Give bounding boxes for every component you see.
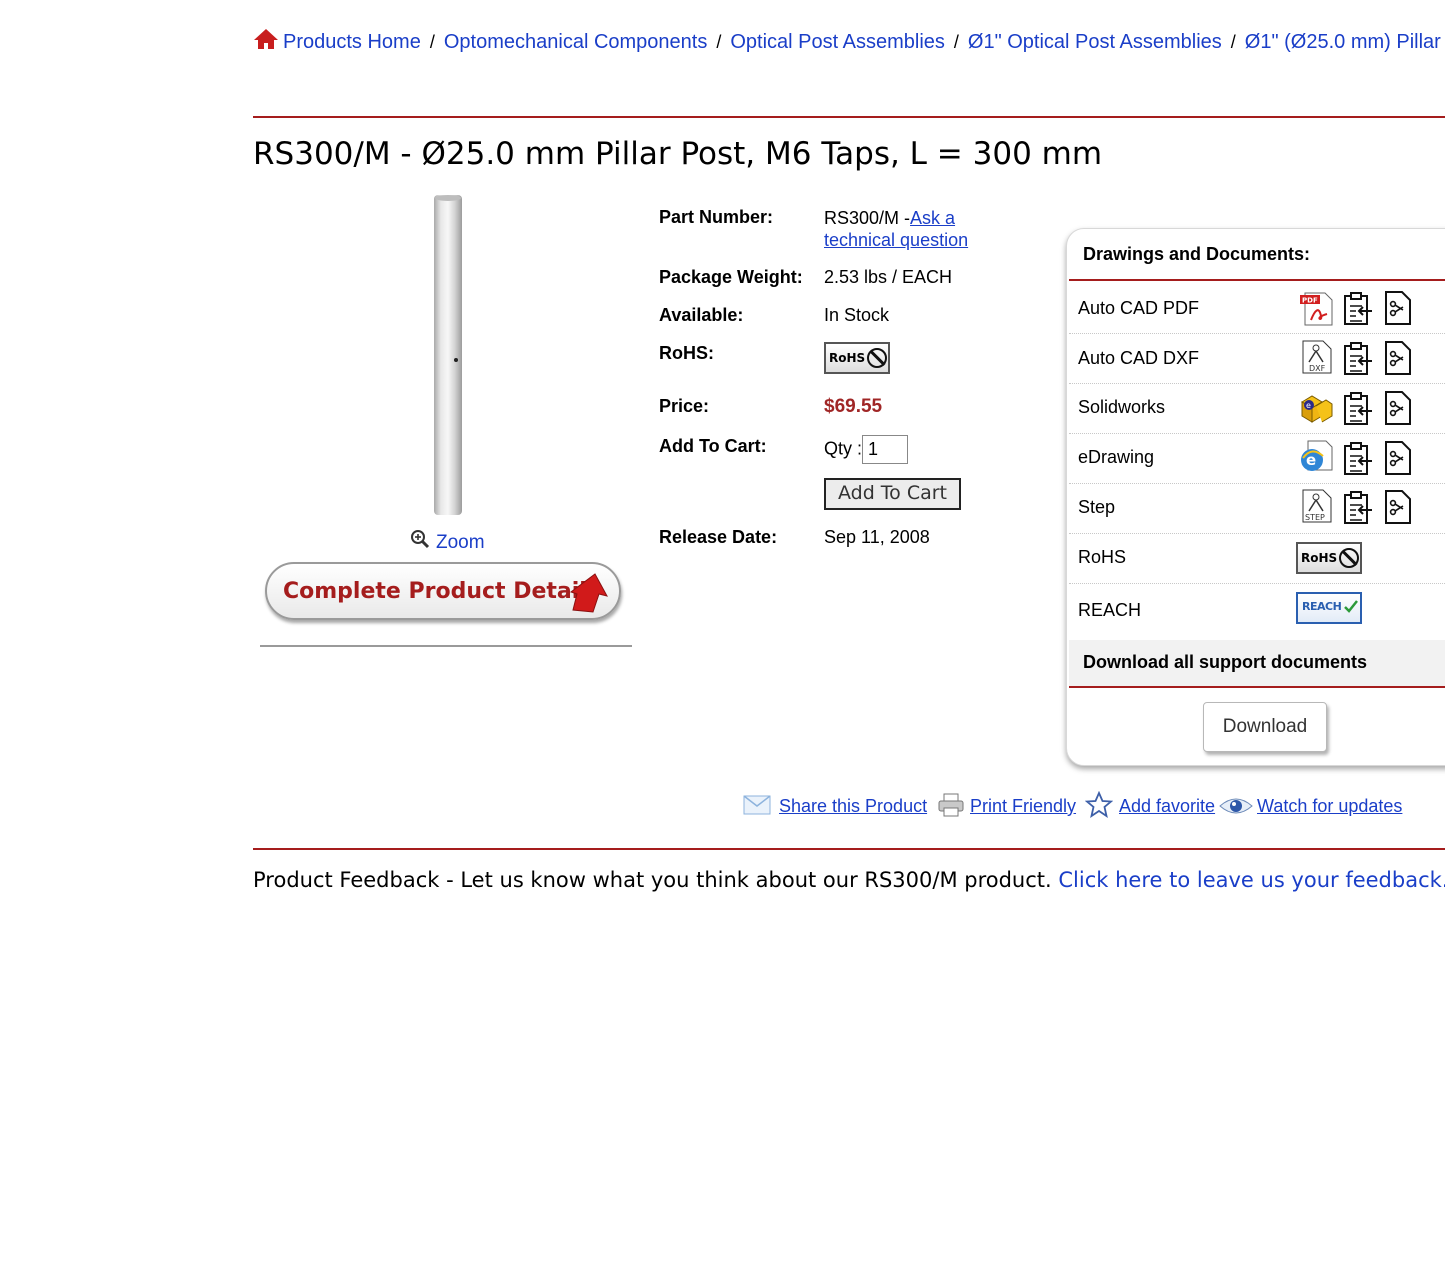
details-button-label: Complete Product Details [283,579,600,604]
red-arrow-icon [569,573,608,613]
download-all-label: Download all support documents [1083,652,1368,672]
watch-for-updates-link[interactable]: Watch for updates [1257,796,1402,817]
share-product-link[interactable]: Share this Product [779,796,927,817]
price-label: Price: [659,396,710,416]
doc-label-edrawing: eDrawing [1078,447,1155,467]
doc-label-autocad-dxf: Auto CAD DXF [1078,348,1200,368]
home-icon[interactable] [253,28,279,56]
download-button[interactable]: Download [1203,702,1327,752]
breadcrumb-separator: / [1230,32,1236,52]
release-date-value: Sep 11, 2008 [824,527,930,547]
share-document-icon[interactable] [1384,291,1412,325]
envelope-icon[interactable] [743,795,771,815]
reach-document-link[interactable]: REACH [1296,592,1362,624]
available-value: In Stock [824,305,890,325]
add-to-cart-label: Add To Cart: [659,436,767,456]
docs-title-divider [1069,279,1445,281]
qty-row: Qty : [824,435,909,464]
add-to-cart-button[interactable]: Add To Cart [824,478,961,510]
step-file-icon[interactable]: STEP [1301,489,1333,523]
solidworks-icon[interactable]: e [1298,390,1334,424]
rohs-badge: RoHS [824,342,890,374]
package-weight-value: 2.53 lbs / EACH [824,267,953,287]
rohs-doc-badge-text: RoHS [1301,551,1338,565]
breadcrumb-products-home[interactable]: Products Home [283,31,421,53]
prohibited-icon [1339,548,1360,568]
feedback-link[interactable]: Click here to leave us your feedback. [1058,868,1445,892]
clipboard-icon[interactable] [1342,392,1374,426]
doc-label-autocad-pdf: Auto CAD PDF [1078,298,1200,318]
qty-label: Qty : [824,438,863,459]
checkmark-icon [1344,600,1358,613]
dxf-tag: DXF [1309,364,1326,373]
breadcrumb-optomechanical[interactable]: Optomechanical Components [444,31,707,53]
share-document-icon[interactable] [1384,341,1412,375]
doc-label-step: Step [1078,497,1116,517]
price-value: $69.55 [824,396,883,417]
breadcrumb-pillar[interactable]: Ø1" (Ø25.0 mm) Pillar [1245,31,1441,53]
package-weight-label: Package Weight: [659,267,803,287]
breadcrumb: Products Home / Optomechanical Components /… [253,28,1441,56]
rohs-badge-text: RoHS [829,351,866,365]
breadcrumb-separator: / [716,32,722,52]
ask-link-line1: Ask a [910,208,956,228]
zoom-label: Zoom [436,532,485,553]
product-feedback: Product Feedback - Let us know what you … [253,868,1445,892]
add-favorite-link[interactable]: Add favorite [1119,796,1215,817]
pdf-tag: PDF [1302,297,1318,305]
release-date-label: Release Date: [659,527,778,547]
printer-icon[interactable] [938,793,964,817]
breadcrumb-1in-post-assemblies[interactable]: Ø1" Optical Post Assemblies [968,31,1222,53]
download-divider [1069,686,1445,688]
step-tag: STEP [1305,513,1325,522]
share-document-icon[interactable] [1384,391,1412,425]
breadcrumb-separator: / [429,32,435,52]
part-number-value: RS300/M -Ask a technical question [824,207,968,251]
doc-label-solidworks: Solidworks [1078,397,1166,417]
ask-link-line2: technical question [824,230,969,250]
rohs-label: RoHS: [659,343,714,363]
edrawing-icon[interactable]: e [1298,440,1334,474]
star-favorite-icon[interactable] [1085,791,1113,818]
complete-product-details-button[interactable]: Complete Product Details [265,562,621,620]
dxf-file-icon[interactable]: DXF [1301,340,1333,374]
clipboard-icon[interactable] [1342,292,1374,326]
title-divider [253,116,1445,118]
doc-label-reach: REACH [1078,600,1142,620]
print-friendly-link[interactable]: Print Friendly [970,796,1076,817]
share-document-icon[interactable] [1384,441,1412,475]
eye-watch-icon[interactable] [1219,796,1253,816]
reach-badge-text: REACH [1302,600,1342,613]
image-column-divider [260,645,632,647]
page-title: RS300/M - Ø25.0 mm Pillar Post, M6 Taps,… [253,136,1103,172]
drawings-documents-title: Drawings and Documents: [1083,244,1311,264]
prohibited-icon [867,348,888,368]
clipboard-icon[interactable] [1342,342,1374,376]
feedback-text: Product Feedback - Let us know what you … [253,868,1052,892]
clipboard-icon[interactable] [1342,491,1374,525]
rohs-document-link[interactable]: RoHS [1296,542,1362,574]
breadcrumb-optical-post-assemblies[interactable]: Optical Post Assemblies [730,31,945,53]
doc-label-rohs: RoHS [1078,547,1127,567]
svg-text:e: e [1306,451,1316,469]
part-number-label: Part Number: [659,207,774,227]
qty-input[interactable] [862,435,909,464]
pillar-post-image[interactable] [433,195,463,515]
part-number: RS300/M - [824,208,911,228]
available-label: Available: [659,305,744,325]
zoom-link[interactable]: Zoom [410,529,485,555]
pdf-file-icon[interactable]: PDF [1299,292,1335,326]
breadcrumb-separator: / [953,32,959,52]
magnifier-zoom-icon [410,529,430,555]
share-document-icon[interactable] [1384,490,1412,524]
feedback-divider [253,848,1445,850]
svg-text:e: e [1306,401,1311,410]
clipboard-icon[interactable] [1342,442,1374,476]
